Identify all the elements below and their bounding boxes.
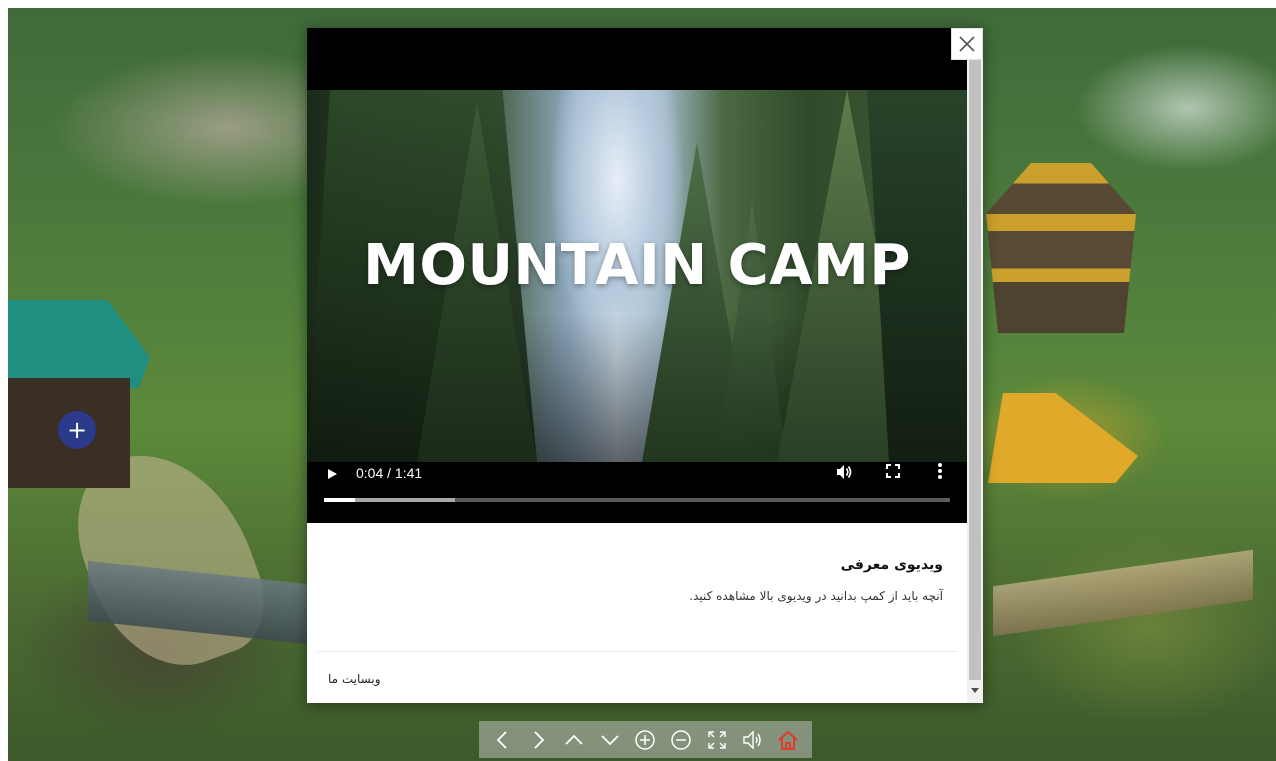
more-vertical-icon	[938, 463, 942, 479]
chevron-up-icon	[565, 734, 583, 745]
close-button[interactable]	[951, 28, 983, 60]
video-player[interactable]: MOUNTAIN CAMP 0:04 / 1:41	[307, 28, 967, 523]
close-icon	[959, 36, 975, 52]
plus-icon: +	[66, 416, 88, 444]
video-controls: 0:04 / 1:41	[307, 458, 967, 506]
progress-played	[324, 498, 356, 502]
scene-hut-roof	[8, 300, 150, 388]
sound-icon	[743, 729, 762, 750]
hotspot-add-button[interactable]: +	[58, 411, 96, 449]
volume-button[interactable]	[834, 463, 854, 483]
fullscreen-button[interactable]	[883, 463, 903, 483]
time-display: 0:04 / 1:41	[356, 465, 423, 481]
fullscreen-icon	[708, 730, 726, 749]
home-icon	[778, 730, 798, 750]
volume-icon	[837, 465, 852, 479]
video-modal: MOUNTAIN CAMP 0:04 / 1:41 ویدیوی معرفی آ…	[307, 28, 983, 703]
nav-down-button[interactable]	[595, 725, 625, 755]
chevron-left-icon	[496, 730, 507, 749]
play-button[interactable]	[325, 464, 339, 484]
scene-pagoda	[986, 163, 1136, 333]
modal-scrollbar[interactable]	[967, 28, 983, 703]
info-title: ویدیوی معرفی	[840, 557, 943, 573]
scene-fence-right	[993, 549, 1253, 637]
website-link[interactable]: وبسایت ما	[328, 672, 381, 686]
footer-divider	[317, 651, 957, 652]
chevron-right-icon	[534, 730, 545, 749]
zoom-out-icon	[671, 729, 691, 750]
video-progress-bar[interactable]	[324, 498, 950, 502]
video-info: ویدیوی معرفی آنچه باید از کمپ بدانید در …	[307, 523, 967, 651]
scroll-down-arrow[interactable]	[971, 688, 979, 693]
nav-left-button[interactable]	[488, 725, 518, 755]
zoom-in-button[interactable]	[630, 725, 660, 755]
zoom-in-icon	[635, 729, 656, 750]
home-button[interactable]	[773, 725, 803, 755]
zoom-out-button[interactable]	[666, 725, 696, 755]
fullscreen-icon	[886, 464, 900, 478]
scrollbar-thumb[interactable]	[969, 30, 981, 680]
more-options-button[interactable]	[932, 462, 948, 484]
modal-content: MOUNTAIN CAMP 0:04 / 1:41 ویدیوی معرفی آ…	[307, 28, 967, 703]
sound-button[interactable]	[737, 725, 767, 755]
nav-right-button[interactable]	[523, 725, 553, 755]
video-frame[interactable]: MOUNTAIN CAMP	[307, 90, 967, 462]
navigation-bar	[479, 721, 812, 758]
video-title-text: MOUNTAIN CAMP	[363, 233, 911, 298]
chevron-down-icon	[601, 734, 619, 745]
nav-up-button[interactable]	[559, 725, 589, 755]
fullscreen-toggle-button[interactable]	[702, 725, 732, 755]
info-description: آنچه باید از کمپ بدانید در ویدیوی بالا م…	[689, 589, 943, 603]
scene-yellow-roof	[988, 393, 1138, 483]
